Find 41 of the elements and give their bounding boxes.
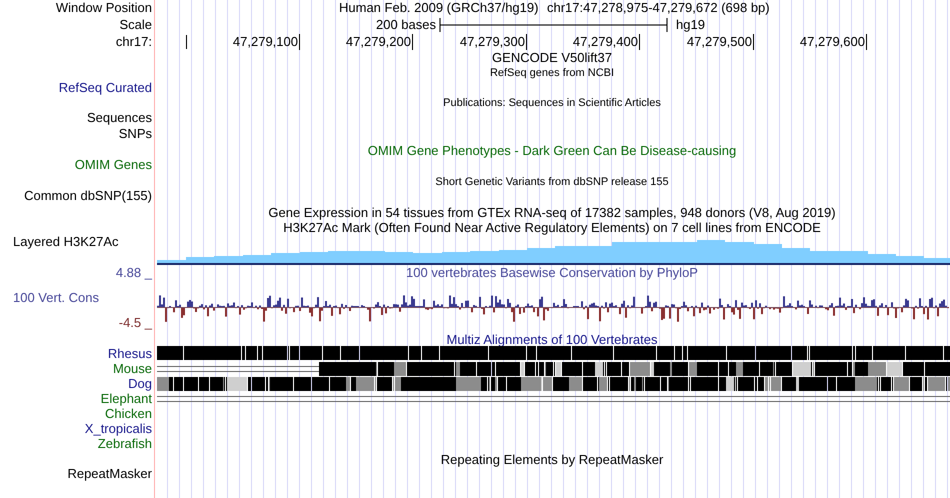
track-label[interactable]: OMIM Genes (74, 157, 152, 173)
track-label[interactable]: Layered H3K27Ac (13, 234, 119, 250)
track-label[interactable]: Sequences (86, 110, 152, 126)
ruler-tick-label: 47,279,500 (686, 34, 754, 50)
track-title[interactable]: Short Genetic Variants from dbSNP release 155 (435, 175, 669, 189)
track-title[interactable]: H3K27Ac Mark (Often Found Near Active Regulatory Elements) on 7 cell lines from ENCODE (283, 220, 821, 236)
track-title[interactable]: OMIM Gene Phenotypes - Dark Green Can Be Disease-causing (368, 143, 736, 159)
ruler-tick-label: 47,279,300 (460, 34, 527, 50)
track-label[interactable]: Common dbSNP(155) (24, 188, 152, 204)
ruler-tick-label: 47,279,200 (346, 34, 413, 50)
track-label[interactable]: chr17: (116, 34, 152, 50)
assembly-title: Human Feb. 2009 (GRCh37/hg19) (339, 0, 538, 16)
ruler-tick-label: 47,279,600 (800, 34, 867, 50)
ruler-tick-label: 47,279,400 (572, 34, 640, 50)
track-title[interactable]: RefSeq genes from NCBI (490, 66, 614, 80)
track-label[interactable]: Mouse (112, 361, 152, 377)
scale-text: 200 bases (376, 17, 436, 33)
track-label[interactable]: Rhesus (108, 346, 152, 362)
track-label[interactable]: Chicken (105, 406, 152, 422)
track-title[interactable]: Gene Expression in 54 tissues from GTEx RNA-seq of 17382 samples, 948 donors (V8, Aug 2019) (268, 205, 836, 221)
position-text: chr17:47,278,975-47,279,672 (698 bp) (547, 0, 770, 16)
track-label[interactable]: -4.5 _ (118, 315, 152, 331)
track-label[interactable]: Elephant (100, 391, 152, 407)
track-label[interactable]: RefSeq Curated (58, 80, 152, 96)
track-label[interactable]: 100 Vert. Cons (13, 290, 99, 306)
track-label[interactable]: Zebrafish (98, 436, 152, 452)
track-title[interactable]: Multiz Alignments of 100 Vertebrates (446, 332, 658, 348)
track-label[interactable]: Window Position (56, 0, 152, 16)
track-title[interactable]: Publications: Sequences in Scientific Articles (443, 96, 661, 110)
track-title[interactable]: Repeating Elements by RepeatMasker (440, 452, 664, 468)
track-title[interactable]: 100 vertebrates Basewise Conservation by PhyloP (406, 265, 698, 281)
ruler-tick-label: 47,279,100 (232, 34, 300, 50)
track-label[interactable]: RepeatMasker (67, 466, 152, 482)
track-title[interactable]: GENCODE V50lift37 (492, 50, 612, 66)
track-label[interactable]: X_tropicalis (84, 421, 152, 437)
ruler-tick (186, 35, 188, 49)
track-label[interactable]: Scale (119, 17, 152, 33)
track-label[interactable]: Dog (128, 376, 152, 392)
track-label[interactable]: SNPs (118, 126, 152, 142)
assembly-label: hg19 (676, 17, 705, 33)
track-label[interactable]: 4.88 _ (116, 265, 152, 281)
